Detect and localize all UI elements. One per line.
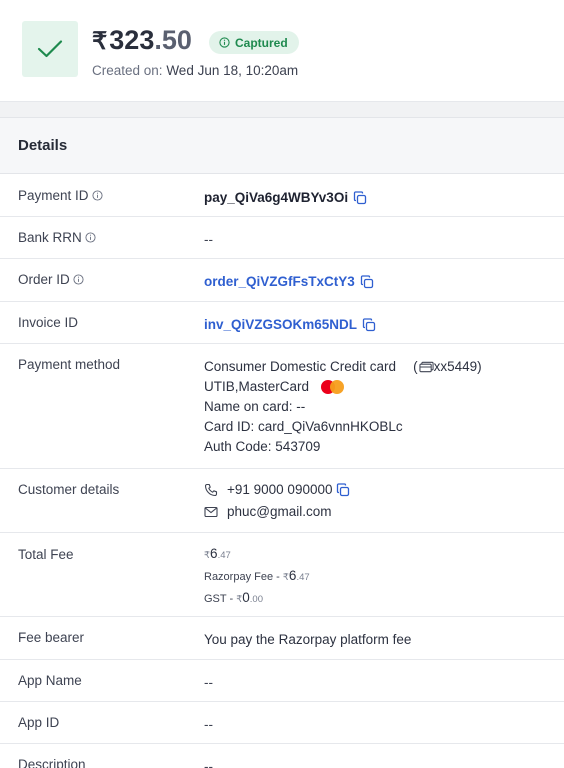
created-label: Created on: <box>92 63 163 78</box>
payment-method-label: Payment method <box>18 357 121 372</box>
order-id-link[interactable]: order_QiVZGfFsTxCtY3 <box>204 272 355 292</box>
section-separator <box>0 102 564 118</box>
row-payment-id: Payment ID pay_QiVa6g4WBYv3Oi <box>0 175 564 217</box>
bank-rrn-value: -- <box>204 232 213 247</box>
customer-details-label: Customer details <box>18 482 120 497</box>
card-icon <box>418 361 434 373</box>
status-badge: Captured <box>209 31 299 54</box>
description-label: Description <box>18 757 86 768</box>
card-network: UTIB,MasterCard <box>204 379 310 394</box>
info-icon[interactable] <box>73 274 84 285</box>
gst-fee: GST - ₹0.00 <box>204 590 263 605</box>
payment-id-value: pay_QiVa6g4WBYv3Oi <box>204 190 349 205</box>
row-fee-bearer: Fee bearer You pay the Razorpay platform… <box>0 617 564 660</box>
razorpay-fee: Razorpay Fee - ₹6.47 <box>204 568 310 583</box>
app-id-value: -- <box>204 717 213 732</box>
fee-bearer-value: You pay the Razorpay platform fee <box>204 632 412 647</box>
app-id-label: App ID <box>18 715 60 730</box>
row-app-id: App ID -- <box>0 702 564 744</box>
app-name-value: -- <box>204 675 213 690</box>
fee-bearer-label: Fee bearer <box>18 630 85 645</box>
invoice-id-link[interactable]: inv_QiVZGSOKm65NDL <box>204 315 357 335</box>
row-description: Description -- <box>0 744 564 768</box>
amount-whole: 323 <box>109 25 155 55</box>
description-value: -- <box>204 759 213 768</box>
details-section-header: Details <box>0 118 564 174</box>
name-on-card: Name on card: -- <box>204 399 306 414</box>
total-fee-amount: ₹6.47 <box>204 546 231 561</box>
amount-fraction: .50 <box>154 25 192 55</box>
app-name-label: App Name <box>18 673 82 688</box>
card-id: Card ID: card_QiVa6vnnHKOBLc <box>204 419 403 434</box>
info-icon[interactable] <box>85 232 96 243</box>
info-icon[interactable] <box>91 190 103 201</box>
payment-amount: ₹ 323 .50 <box>92 25 192 56</box>
created-value: Wed Jun 18, 10:20am <box>166 63 299 78</box>
card-type: Consumer Domestic Credit card <box>204 359 397 374</box>
customer-email: phuc@gmail.com <box>227 504 332 519</box>
mail-icon <box>204 506 218 518</box>
phone-icon <box>204 483 218 497</box>
copy-icon[interactable] <box>353 191 367 205</box>
success-check-icon <box>22 21 78 77</box>
total-fee-label: Total Fee <box>18 547 74 562</box>
mastercard-logo-icon <box>320 379 347 395</box>
row-invoice-id: Invoice ID inv_QiVZGSOKm65NDL <box>0 302 564 344</box>
copy-icon[interactable] <box>360 275 374 289</box>
card-last-digits: xx5449 <box>433 359 478 374</box>
payment-header: ₹ 323 .50 Captured Created on: Wed Jun 1… <box>0 0 564 102</box>
order-id-label: Order ID <box>18 272 70 287</box>
invoice-id-label: Invoice ID <box>18 315 79 330</box>
auth-code: Auth Code: 543709 <box>204 439 321 454</box>
row-app-name: App Name -- <box>0 660 564 702</box>
copy-icon[interactable] <box>362 318 376 332</box>
row-customer-details: Customer details +91 9000 090000 phuc@gm… <box>0 469 564 533</box>
rupee-symbol: ₹ <box>92 28 108 55</box>
row-payment-method: Payment method Consumer Domestic Credit … <box>0 344 564 469</box>
row-order-id: Order ID order_QiVZGfFsTxCtY3 <box>0 259 564 302</box>
row-total-fee: Total Fee ₹6.47 Razorpay Fee - ₹6.47 GST… <box>0 533 564 617</box>
row-bank-rrn: Bank RRN -- <box>0 217 564 259</box>
copy-icon[interactable] <box>336 483 350 497</box>
info-circle-icon <box>219 37 230 48</box>
created-on: Created on: Wed Jun 18, 10:20am <box>92 63 298 78</box>
customer-phone: +91 9000 090000 <box>227 482 333 497</box>
payment-id-label: Payment ID <box>18 188 89 203</box>
bank-rrn-label: Bank RRN <box>18 230 82 245</box>
details-title: Details <box>18 137 68 154</box>
status-text: Captured <box>235 35 288 50</box>
